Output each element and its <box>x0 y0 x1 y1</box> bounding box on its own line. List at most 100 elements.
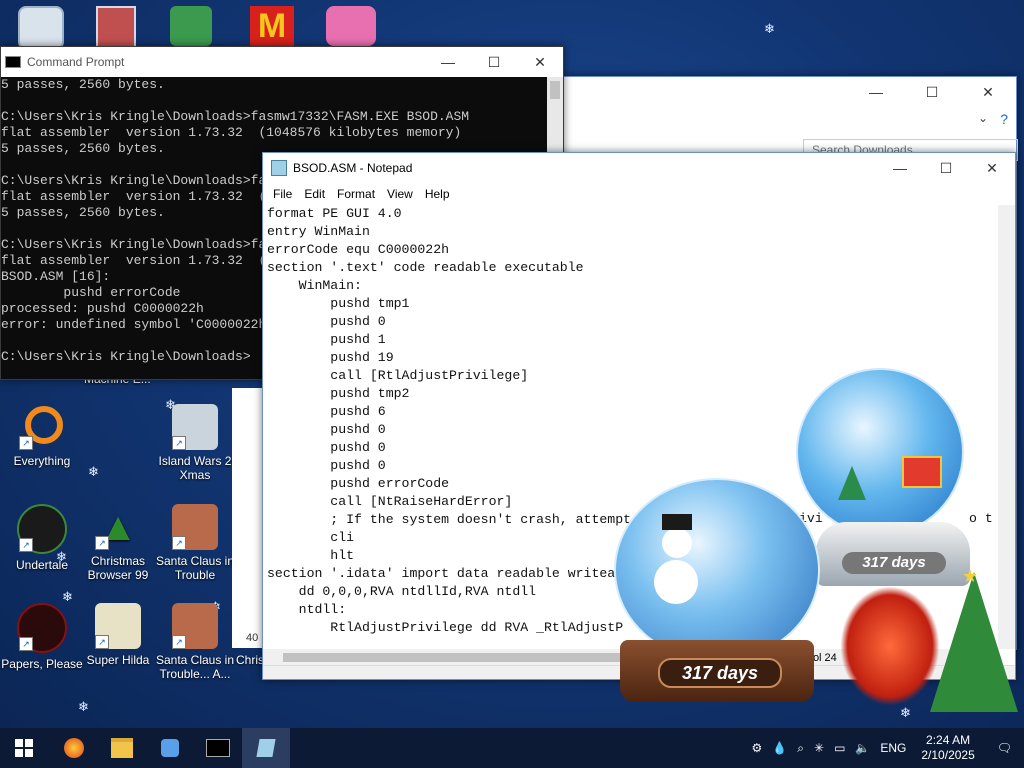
window-title: BSOD.ASM - Notepad <box>293 161 413 175</box>
drop-icon[interactable]: 💧 <box>767 741 792 755</box>
snow-globe-widget[interactable] <box>796 368 964 536</box>
system-tray: ⚙ 💧 ⌕ ✳ ▭ 🔈 ENG 2:24 AM 2/10/2025 🗨 <box>747 728 1024 768</box>
desktop-icon-undertale[interactable]: ↗ Undertale <box>0 504 84 572</box>
menu-help[interactable]: Help <box>419 187 456 201</box>
globe-base: 317 days <box>620 640 814 702</box>
command-prompt-taskbar-icon[interactable] <box>194 728 242 768</box>
desktop-icon-label: Santa Claus in Trouble... A... <box>155 653 235 681</box>
explorer-window-strip <box>232 388 262 648</box>
computer-icon[interactable] <box>18 6 64 50</box>
gear-icon[interactable]: ⚙ <box>747 741 768 755</box>
app-icon[interactable] <box>96 6 136 50</box>
desktop-icon-label: Christmas Browser 99 <box>87 554 149 582</box>
file-explorer-icon[interactable] <box>98 728 146 768</box>
snowflake-icon[interactable]: ✳ <box>809 741 829 755</box>
maximize-button[interactable]: ☐ <box>471 47 517 77</box>
desktop-icon-label: Super Hilda <box>86 653 150 667</box>
windows-logo-icon <box>15 739 33 757</box>
desktop: ❄ ❄ ❄ ❄ ❄ ❄ ❄ ❄ ❄ ❄ M ↗ Everything ↗ Isl… <box>0 0 1024 728</box>
notepad-title-bar[interactable]: BSOD.ASM - Notepad — ☐ ✕ <box>263 153 1015 183</box>
editor-line: pushd 19 <box>267 350 394 365</box>
tree-icon: ▲ ↗ <box>95 504 141 550</box>
desktop-icon-santa-claus-2[interactable]: ↗ Santa Claus in Trouble... A... <box>153 603 237 681</box>
desktop-icon-label: Santa Claus in Trouble <box>155 554 235 582</box>
app-taskbar-icon[interactable] <box>146 728 194 768</box>
title-bar[interactable]: — ☐ ✕ <box>541 77 1016 107</box>
close-button[interactable]: ✕ <box>960 77 1016 107</box>
star-icon: ★ <box>962 566 979 586</box>
desktop-icon-santa-claus[interactable]: ↗ Santa Claus in Trouble <box>153 504 237 582</box>
snowman-head <box>662 528 692 558</box>
desktop-icon-label: Papers, Please <box>1 657 83 671</box>
console-line: flat assembler version 1.73.32 (1048576 … <box>1 125 462 140</box>
snow-globe-widget[interactable] <box>614 478 820 662</box>
network-icon[interactable]: ▭ <box>829 741 850 755</box>
game-icon[interactable] <box>170 6 212 46</box>
maximize-button[interactable]: ☐ <box>923 153 969 183</box>
desktop-icon-label: Everything <box>13 454 71 468</box>
notepad-taskbar-icon[interactable] <box>242 728 290 768</box>
shortcut-arrow-icon: ↗ <box>19 436 33 450</box>
christmas-tree-icon <box>930 572 1018 712</box>
volume-icon[interactable]: 🔈 <box>850 741 875 755</box>
days-counter: 317 days <box>658 658 782 688</box>
snowflake: ❄ <box>88 464 99 479</box>
desktop-icon-super-hilda[interactable]: ↗ Super Hilda <box>76 603 160 667</box>
notepad-icon <box>271 160 287 176</box>
chevron-down-icon[interactable]: ⌄ <box>978 111 988 125</box>
start-button[interactable] <box>0 728 48 768</box>
editor-line: format PE GUI 4.0 <box>267 206 402 221</box>
editor-line: WinMain: <box>267 278 362 293</box>
menu-format[interactable]: Format <box>331 187 381 201</box>
firefox-icon[interactable] <box>50 728 98 768</box>
item-count: 40 <box>246 632 259 644</box>
snowflake: ❄ <box>900 705 911 720</box>
close-button[interactable]: ✕ <box>517 47 563 77</box>
mcdonalds-icon[interactable]: M <box>250 6 294 46</box>
days-counter: 317 days <box>842 552 946 574</box>
desktop-icon-papers-please[interactable]: ↗ Papers, Please <box>0 603 84 671</box>
scroll-thumb[interactable] <box>283 653 643 662</box>
shortcut-arrow-icon: ↗ <box>95 635 109 649</box>
scroll-thumb[interactable] <box>550 81 560 99</box>
editor-overflow-text: o t <box>969 511 993 526</box>
cmd-title-bar[interactable]: Command Prompt — ☐ ✕ <box>1 47 563 77</box>
menu-file[interactable]: File <box>267 187 298 201</box>
snowflake: ❄ <box>764 21 775 36</box>
shortcut-arrow-icon: ↗ <box>95 536 109 550</box>
pig-game-icon[interactable] <box>326 6 376 46</box>
language-indicator[interactable]: ENG <box>875 741 911 755</box>
notification-icon[interactable]: 🗨 <box>985 741 1024 755</box>
shortcut-arrow-icon: ↗ <box>19 637 33 651</box>
window-title: Command Prompt <box>27 55 125 69</box>
snowflake: ❄ <box>62 589 73 604</box>
clock-date: 2/10/2025 <box>921 748 975 762</box>
menu-view[interactable]: View <box>381 187 419 201</box>
search-icon[interactable]: ⌕ <box>792 741 809 756</box>
minimize-button[interactable]: — <box>425 47 471 77</box>
snowflake: ❄ <box>78 699 89 714</box>
cmd-icon <box>5 56 21 68</box>
desktop-icon-label: Chris <box>236 653 265 667</box>
editor-line: pushd 1 <box>267 332 386 347</box>
editor-line: section '.text' code readable executable <box>267 260 584 275</box>
console-line: C:\Users\Kris Kringle\Downloads>fasmw173… <box>1 109 470 124</box>
console-line: 5 passes, 2560 bytes. <box>1 77 165 92</box>
minimize-button[interactable]: — <box>877 153 923 183</box>
minimize-button[interactable]: — <box>848 77 904 107</box>
editor-line: pushd 0 <box>267 314 386 329</box>
close-button[interactable]: ✕ <box>969 153 1015 183</box>
desktop-icon-everything[interactable]: ↗ Everything <box>0 404 84 468</box>
desktop-icon-island-wars[interactable]: ↗ Island Wars 2 Xmas <box>153 404 237 482</box>
clock[interactable]: 2:24 AM 2/10/2025 <box>911 733 984 763</box>
help-icon[interactable]: ? <box>1000 111 1008 127</box>
menu-edit[interactable]: Edit <box>298 187 331 201</box>
maximize-button[interactable]: ☐ <box>904 77 960 107</box>
snowman-icon <box>654 560 698 604</box>
shortcut-arrow-icon: ↗ <box>19 538 33 552</box>
menu-bar: File Edit Format View Help <box>263 183 1015 205</box>
hat-icon <box>662 514 692 530</box>
desktop-icon-christmas-browser[interactable]: ▲ ↗ Christmas Browser 99 <box>76 504 160 582</box>
gift-icon <box>902 456 942 488</box>
